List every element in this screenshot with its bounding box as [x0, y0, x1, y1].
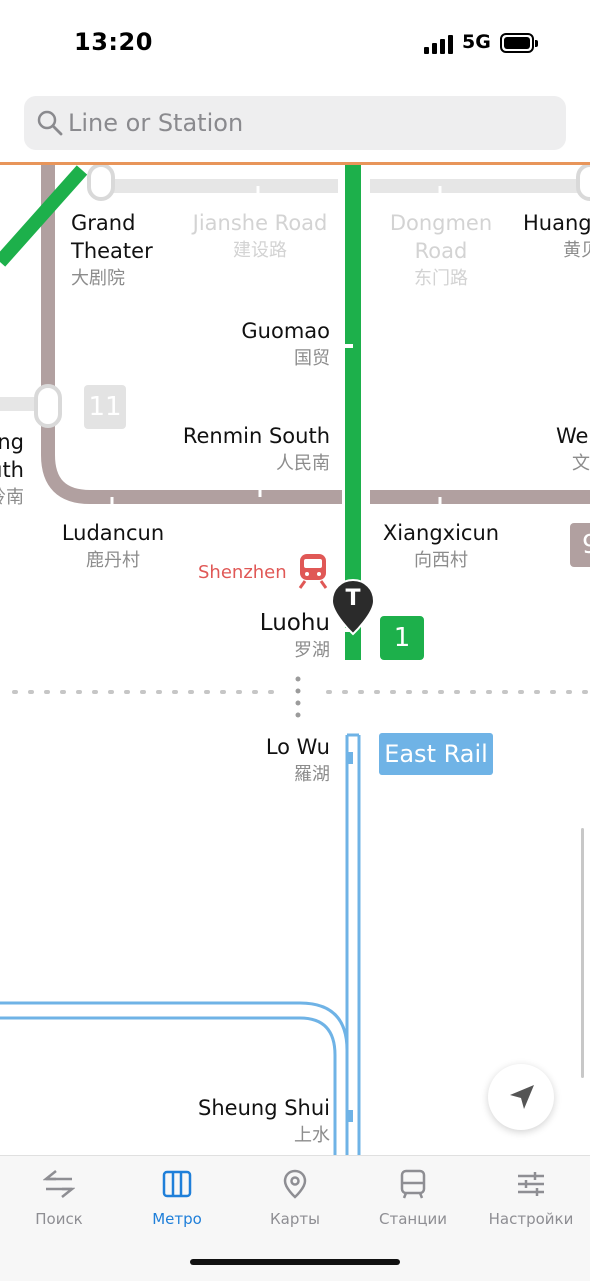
station-name-en: We [556, 424, 589, 448]
station-name-cn: 东门路 [414, 268, 468, 289]
shenzhen-railway-label[interactable]: Shenzhen [198, 562, 287, 583]
swap-arrows-icon [43, 1170, 75, 1198]
map-top-border [0, 162, 590, 165]
station-name-cn: 人民南 [276, 453, 330, 474]
tab-label: Метро [152, 1210, 202, 1228]
location-arrow-icon [510, 1085, 534, 1109]
station-huang[interactable]: Huang 黄贝 [523, 209, 590, 265]
map-icon [162, 1170, 192, 1198]
station-ludancun[interactable]: Ludancun 鹿丹村 [58, 519, 168, 575]
status-bar: 13:20 5G [0, 0, 590, 90]
search-input[interactable] [68, 96, 548, 150]
station-sheung-shui[interactable]: Sheung Shui 上水 [180, 1094, 330, 1150]
station-dongmen-road[interactable]: Dongmen Road 东门路 [386, 209, 496, 293]
station-name-en: Jianshe Road [192, 211, 328, 235]
station-partial-left[interactable]: ng uth 岭南 [0, 428, 24, 512]
line-11-badge[interactable]: 11 [84, 385, 126, 429]
tab-label: Настройки [488, 1210, 574, 1228]
home-indicator[interactable] [190, 1259, 400, 1265]
pin-letter: T [345, 586, 361, 611]
station-name-cn: 大剧院 [71, 268, 125, 289]
station-name-cn: 文 [572, 453, 590, 474]
tab-label: Карты [270, 1210, 320, 1228]
tab-search[interactable]: Поиск [0, 1156, 118, 1236]
station-name-cn: 上水 [294, 1125, 330, 1146]
station-name-en: ng [0, 430, 24, 454]
search-icon [37, 110, 63, 136]
station-name-en: Guomao [241, 319, 330, 343]
station-name-en: uth [0, 458, 24, 482]
station-name-cn: 黄贝 [563, 240, 590, 261]
train-icon [400, 1169, 426, 1199]
tab-maps[interactable]: Карты [236, 1156, 354, 1236]
station-name-en: Road [414, 239, 468, 263]
station-name-cn: 建设路 [233, 240, 287, 261]
station-renmin-south[interactable]: Renmin South 人民南 [160, 422, 330, 478]
tab-stations[interactable]: Станции [354, 1156, 472, 1236]
station-name-cn: 国贸 [294, 348, 330, 369]
station-name-cn: 羅湖 [294, 764, 330, 785]
status-time: 13:20 [74, 28, 153, 56]
tab-label: Поиск [35, 1210, 83, 1228]
search-bar[interactable] [24, 96, 566, 150]
station-name-en: Lo Wu [265, 735, 330, 759]
locate-button[interactable] [488, 1064, 554, 1130]
station-name-en: Grand [71, 211, 136, 235]
station-name-cn: 罗湖 [294, 640, 330, 661]
station-name-cn: 岭南 [0, 487, 24, 508]
line-1-badge[interactable]: 1 [380, 616, 424, 660]
station-name-en: Sheung Shui [198, 1096, 330, 1120]
station-grand-theater[interactable]: Grand Theater 大剧院 [71, 209, 153, 293]
east-rail-badge[interactable]: East Rail [379, 733, 493, 775]
station-guomao[interactable]: Guomao 国贸 [230, 317, 330, 373]
signal-icon [424, 34, 454, 54]
station-name-cn: 向西村 [414, 550, 468, 571]
station-jianshe-road[interactable]: Jianshe Road 建设路 [190, 209, 330, 265]
station-name-en: Ludancun [61, 521, 165, 545]
station-luohu[interactable]: Luohu 罗湖 [230, 609, 330, 665]
station-name-en: Huang [523, 211, 590, 235]
battery-icon [500, 33, 538, 53]
station-name-en: Luohu [259, 610, 330, 636]
station-name-en: Renmin South [182, 424, 330, 448]
station-we-partial[interactable]: We 文 [556, 422, 590, 478]
network-type: 5G [462, 31, 491, 53]
station-name-en: Dongmen [389, 211, 493, 235]
station-name-en: Xiangxicun [382, 521, 500, 545]
location-pin-icon [283, 1169, 307, 1199]
map-scroll-indicator[interactable] [581, 828, 584, 1078]
tab-metro[interactable]: Метро [118, 1156, 236, 1236]
station-name-cn: 鹿丹村 [86, 550, 140, 571]
sliders-icon [518, 1172, 544, 1196]
station-lo-wu[interactable]: Lo Wu 羅湖 [230, 733, 330, 789]
tab-settings[interactable]: Настройки [472, 1156, 590, 1236]
station-name-en: Theater [71, 239, 153, 263]
station-xiangxicun[interactable]: Xiangxicun 向西村 [380, 519, 502, 575]
line-9-badge[interactable]: 9 [570, 523, 590, 567]
tab-label: Станции [379, 1210, 447, 1228]
train-icon [298, 554, 328, 589]
